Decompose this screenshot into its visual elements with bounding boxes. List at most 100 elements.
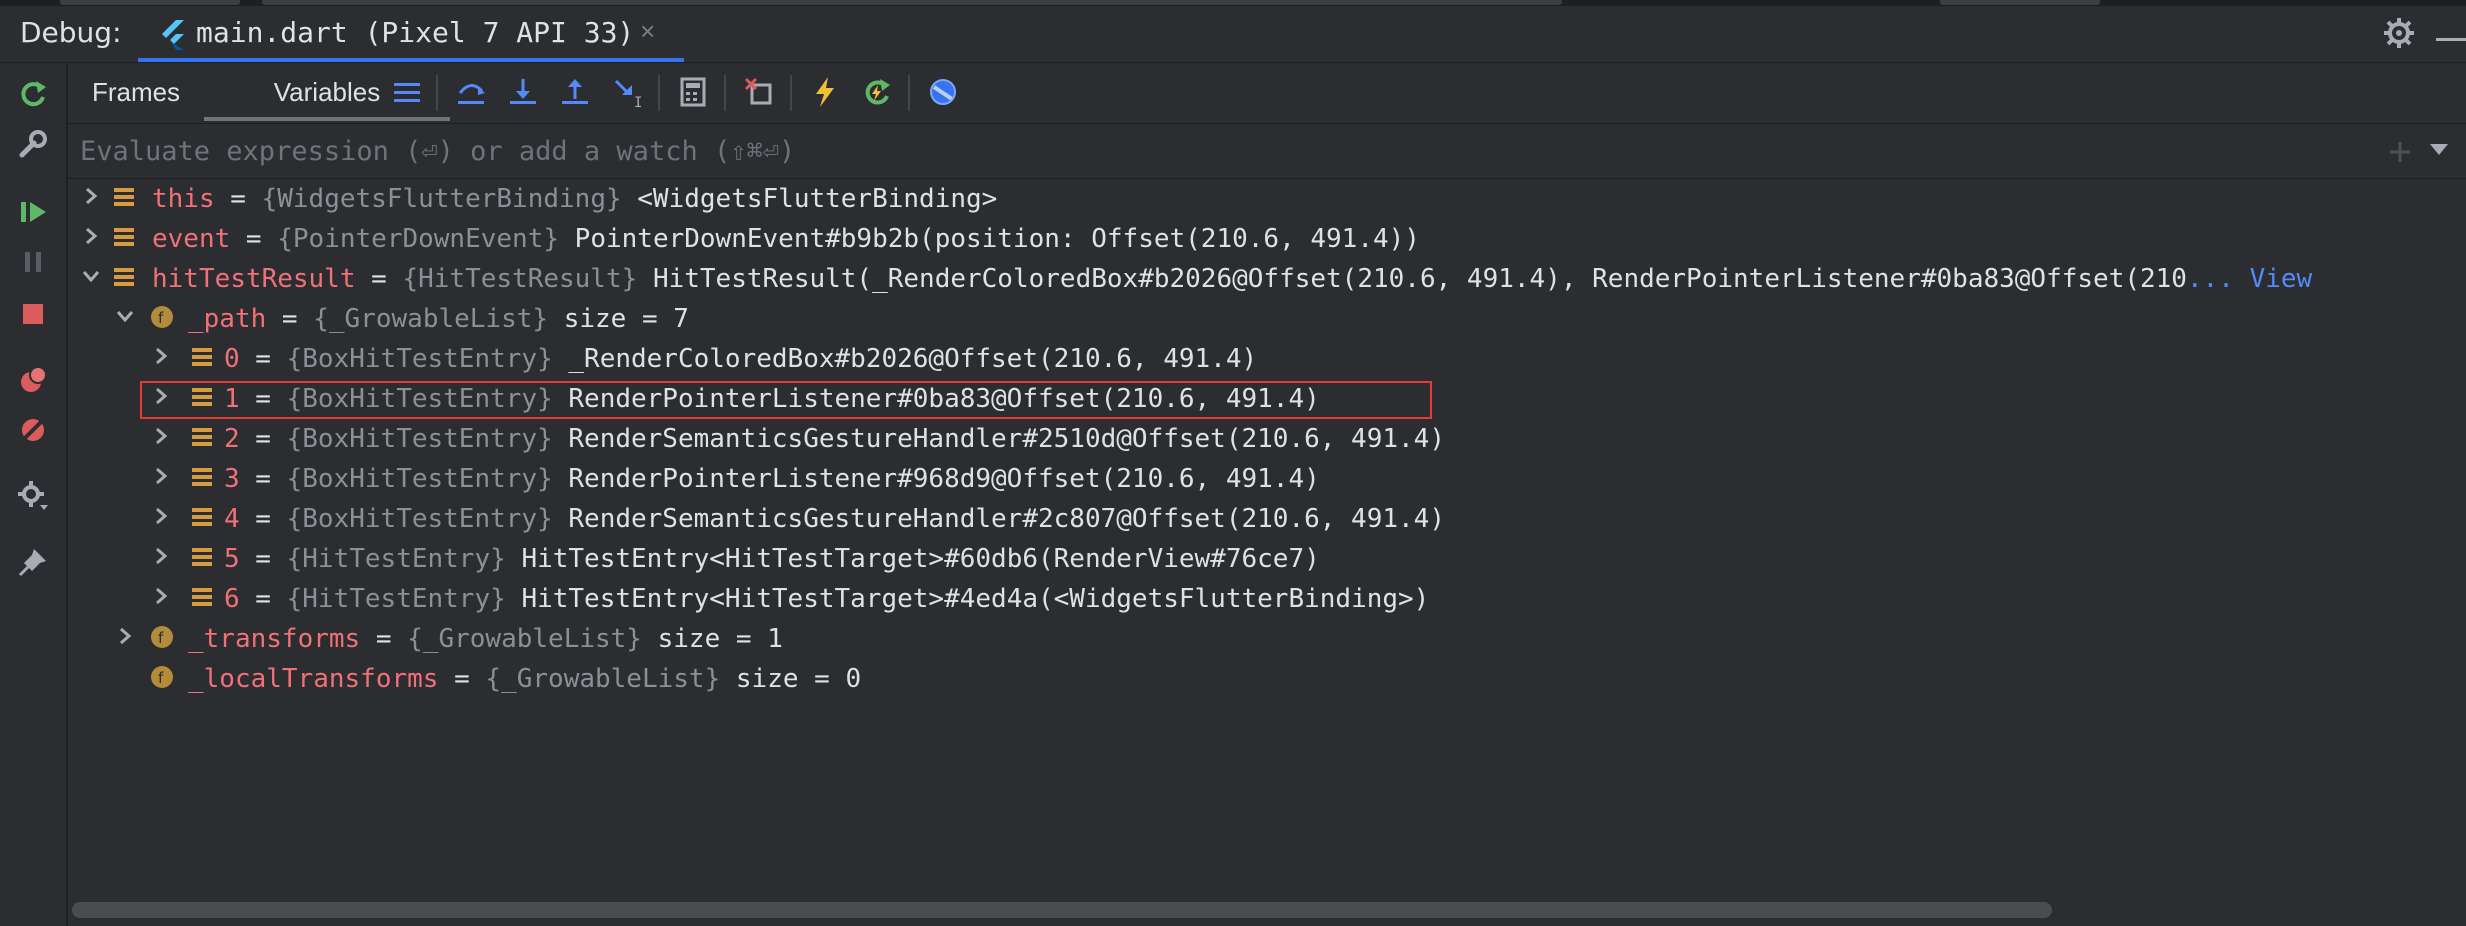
close-icon[interactable]: × — [640, 16, 655, 47]
chevron-right-icon[interactable] — [152, 387, 170, 405]
view-breakpoints-icon[interactable] — [16, 363, 50, 397]
session-tab-title: main.dart (Pixel 7 API 33) — [196, 16, 635, 49]
top-strip-segment — [60, 0, 240, 5]
variable-entry: hitTestResult = {HitTestResult} HitTestR… — [152, 264, 2313, 294]
tree-row-local-transforms[interactable]: f _localTransforms = {_GrowableList} siz… — [68, 659, 2466, 699]
chevron-right-icon[interactable] — [152, 427, 170, 445]
variable-type: {BoxHitTestEntry} — [286, 344, 553, 374]
variable-type: {BoxHitTestEntry} — [286, 504, 553, 534]
chevron-right-icon[interactable] — [82, 227, 100, 245]
svg-text:f: f — [158, 669, 164, 687]
chevron-down-icon[interactable] — [116, 307, 134, 325]
chevron-right-icon[interactable] — [116, 627, 134, 645]
chevron-right-icon[interactable] — [152, 587, 170, 605]
tree-row-entry-4[interactable]: 4 = {BoxHitTestEntry} RenderSemanticsGes… — [68, 499, 2466, 539]
resume-icon[interactable] — [16, 195, 50, 229]
variable-type: {HitTestResult} — [402, 264, 638, 294]
horizontal-scrollbar[interactable] — [72, 902, 2052, 918]
tree-row-this[interactable]: this = {WidgetsFlutterBinding} <WidgetsF… — [68, 179, 2466, 219]
variable-name: hitTestResult — [152, 264, 356, 294]
field-f-icon: f — [151, 666, 173, 688]
chevron-right-icon[interactable] — [152, 467, 170, 485]
field-icon — [192, 548, 212, 566]
tree-row-path[interactable]: f _path = {_GrowableList} size = 7 — [68, 299, 2466, 339]
variable-entry: 5 = {HitTestEntry} HitTestEntry<HitTestT… — [224, 544, 1320, 574]
tree-row-event[interactable]: event = {PointerDownEvent} PointerDownEv… — [68, 219, 2466, 259]
tree-row-entry-0[interactable]: 0 = {BoxHitTestEntry} _RenderColoredBox#… — [68, 339, 2466, 379]
debug-title-bar: Debug: main.dart (Pixel 7 API 33) × — [0, 6, 2466, 63]
variable-entry: _path = {_GrowableList} size = 7 — [188, 304, 689, 334]
field-f-icon: f — [151, 306, 173, 328]
wrench-icon[interactable] — [16, 127, 50, 161]
chevron-down-icon[interactable] — [82, 267, 100, 285]
field-icon — [192, 428, 212, 446]
hot-restart-icon[interactable] — [860, 75, 894, 109]
step-over-icon[interactable] — [454, 75, 488, 109]
variable-type: {BoxHitTestEntry} — [286, 424, 553, 454]
minimize-icon[interactable] — [2436, 38, 2466, 41]
tree-row-entry-6[interactable]: 6 = {HitTestEntry} HitTestEntry<HitTestT… — [68, 579, 2466, 619]
variable-entry: 2 = {BoxHitTestEntry} RenderSemanticsGes… — [224, 424, 1445, 454]
debug-session-tab[interactable]: main.dart (Pixel 7 API 33) × — [138, 6, 684, 62]
variable-name: 3 — [224, 464, 240, 494]
pause-icon[interactable] — [16, 245, 50, 279]
add-watch-icon[interactable] — [2386, 138, 2414, 166]
svg-text:I: I — [634, 95, 642, 109]
tree-row-entry-1[interactable]: 1 = {BoxHitTestEntry} RenderPointerListe… — [68, 379, 2466, 419]
tree-row-transforms[interactable]: f _transforms = {_GrowableList} size = 1 — [68, 619, 2466, 659]
chevron-right-icon[interactable] — [152, 507, 170, 525]
flutter-icon — [162, 20, 184, 50]
devtools-icon[interactable] — [926, 75, 960, 109]
tab-frames[interactable]: Frames — [68, 63, 204, 121]
field-icon — [114, 188, 134, 206]
variables-tree: this = {WidgetsFlutterBinding} <WidgetsF… — [68, 179, 2466, 839]
chevron-right-icon[interactable] — [82, 187, 100, 205]
variable-name: 2 — [224, 424, 240, 454]
variable-value: HitTestEntry<HitTestTarget>#4ed4a(<Widge… — [521, 584, 1430, 614]
gear-icon[interactable] — [2382, 16, 2416, 50]
view-more-link[interactable]: ... View — [2187, 264, 2312, 294]
pin-icon[interactable] — [16, 545, 50, 579]
tree-row-entry-2[interactable]: 2 = {BoxHitTestEntry} RenderSemanticsGes… — [68, 419, 2466, 459]
variable-name: _transforms — [188, 624, 361, 654]
variable-value: HitTestEntry<HitTestTarget>#60db6(Render… — [521, 544, 1320, 574]
variable-entry: _localTransforms = {_GrowableList} size … — [188, 664, 862, 694]
settings-icon[interactable] — [16, 479, 50, 513]
variable-value: RenderPointerListener#968d9@Offset(210.6… — [568, 464, 1320, 494]
evaluate-icon[interactable] — [676, 75, 710, 109]
run-to-cursor-icon[interactable]: I — [610, 75, 644, 109]
step-out-icon[interactable] — [558, 75, 592, 109]
chevron-down-icon[interactable] — [2430, 144, 2448, 155]
hot-reload-icon[interactable] — [808, 75, 842, 109]
field-icon — [192, 468, 212, 486]
variable-name: event — [152, 224, 231, 254]
variables-panel: Frames Variables I Evaluate expression (… — [68, 63, 2466, 926]
stop-icon[interactable] — [16, 297, 50, 331]
variable-type: {_GrowableList} — [485, 664, 721, 694]
field-icon — [192, 348, 212, 366]
toolbar-separator — [908, 75, 910, 111]
step-into-icon[interactable] — [506, 75, 540, 109]
evaluate-expression-input[interactable] — [78, 128, 2382, 174]
mute-breakpoints-icon[interactable] — [16, 413, 50, 447]
debug-label: Debug: — [20, 16, 122, 49]
tree-row-entry-5[interactable]: 5 = {HitTestEntry} HitTestEntry<HitTestT… — [68, 539, 2466, 579]
variable-name: 4 — [224, 504, 240, 534]
variable-entry: 1 = {BoxHitTestEntry} RenderPointerListe… — [224, 384, 1320, 414]
variable-entry: 3 = {BoxHitTestEntry} RenderPointerListe… — [224, 464, 1320, 494]
svg-text:f: f — [158, 309, 164, 327]
rerun-icon[interactable] — [16, 77, 50, 111]
variable-type: {PointerDownEvent} — [277, 224, 560, 254]
variable-type: {_GrowableList} — [313, 304, 549, 334]
field-icon — [192, 588, 212, 606]
tree-row-hittestresult[interactable]: hitTestResult = {HitTestResult} HitTestR… — [68, 259, 2466, 299]
variable-value: size = 7 — [563, 304, 689, 334]
field-icon — [114, 268, 134, 286]
variable-name: 5 — [224, 544, 240, 574]
clear-breakpoints-icon[interactable] — [742, 75, 776, 109]
variable-type: {WidgetsFlutterBinding} — [261, 184, 622, 214]
chevron-right-icon[interactable] — [152, 347, 170, 365]
list-icon[interactable] — [390, 75, 424, 109]
tree-row-entry-3[interactable]: 3 = {BoxHitTestEntry} RenderPointerListe… — [68, 459, 2466, 499]
chevron-right-icon[interactable] — [152, 547, 170, 565]
